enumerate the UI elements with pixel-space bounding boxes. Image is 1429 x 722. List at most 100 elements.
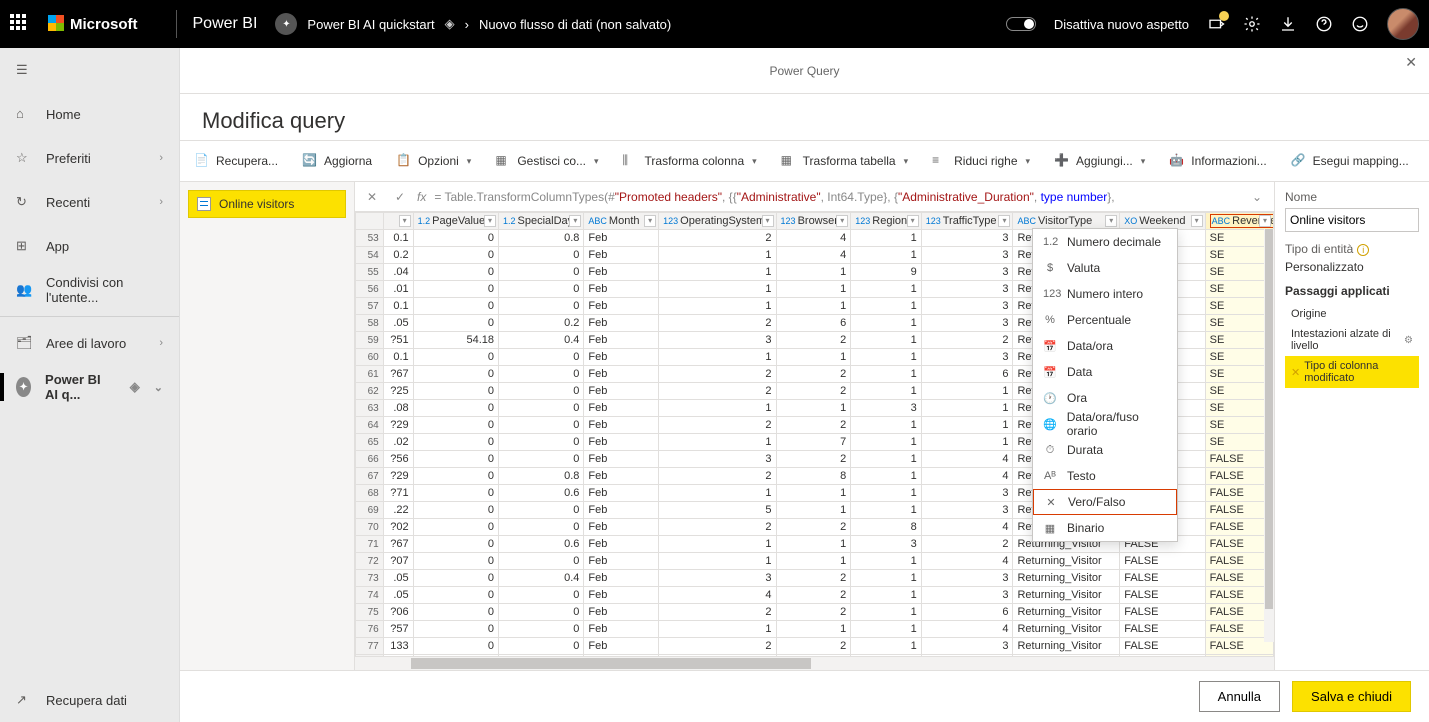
download-icon[interactable] bbox=[1279, 15, 1297, 33]
fx-icon: fx bbox=[417, 190, 426, 204]
tb-aggiungi[interactable]: ➕Aggiungi...▾ bbox=[1048, 149, 1151, 173]
microsoft-logo: Microsoft bbox=[48, 15, 138, 33]
col-header-browser[interactable]: 123Browser▾ bbox=[776, 213, 851, 230]
tb-riduci[interactable]: ≡Riduci righe▾ bbox=[926, 149, 1036, 173]
nav-recent[interactable]: ↻Recenti› bbox=[0, 180, 179, 224]
close-icon[interactable]: ✕ bbox=[1405, 54, 1417, 71]
nav-toggle[interactable]: ☰ bbox=[0, 48, 179, 92]
type-option-10[interactable]: ✕Vero/Falso bbox=[1033, 489, 1177, 515]
nav-recover-label: Recupera dati bbox=[46, 693, 127, 708]
table-row[interactable]: 76 ?57 0 0 Feb 1 1 1 4 Returning_Visitor… bbox=[356, 621, 1274, 638]
type-option-7[interactable]: 🌐Data/ora/fuso orario bbox=[1033, 411, 1177, 437]
properties-pane: Nome Tipo di entitài Personalizzato Pass… bbox=[1274, 182, 1429, 670]
help-icon[interactable] bbox=[1315, 15, 1333, 33]
applied-step[interactable]: ✕ Tipo di colonna modificato bbox=[1285, 356, 1419, 388]
col-header-weekend[interactable]: XOWeekend▾ bbox=[1120, 213, 1205, 230]
pq-header: Power Query ✕ bbox=[180, 48, 1429, 94]
table-row[interactable]: 74 .05 0 0 Feb 4 2 1 3 Returning_Visitor… bbox=[356, 587, 1274, 604]
queries-pane: Online visitors bbox=[180, 182, 355, 670]
nav-current-workspace[interactable]: ✦Power BI AI q...◈⌄ bbox=[0, 365, 179, 409]
notifications-icon[interactable] bbox=[1207, 15, 1225, 33]
type-option-1[interactable]: $Valuta bbox=[1033, 255, 1177, 281]
col-header-traffictype[interactable]: 123TrafficType▾ bbox=[921, 213, 1013, 230]
prop-entity-label: Tipo di entitài bbox=[1285, 242, 1419, 256]
col-header-operatingsystems[interactable]: 123OperatingSystems▾ bbox=[659, 213, 776, 230]
type-option-3[interactable]: %Percentuale bbox=[1033, 307, 1177, 333]
chevron-right-icon: › bbox=[159, 152, 163, 164]
type-option-8[interactable]: ⏱Durata bbox=[1033, 437, 1177, 463]
nav-fav-label: Preferiti bbox=[46, 151, 91, 166]
col-header-region[interactable]: 123Region▾ bbox=[851, 213, 921, 230]
type-option-2[interactable]: 123Numero intero bbox=[1033, 281, 1177, 307]
vertical-scrollbar[interactable] bbox=[1264, 229, 1274, 642]
type-option-6[interactable]: 🕐Ora bbox=[1033, 385, 1177, 411]
nav-shared[interactable]: 👥Condivisi con l'utente... bbox=[0, 268, 179, 312]
nav-home[interactable]: ⌂Home bbox=[0, 92, 179, 136]
type-option-11[interactable]: ▦Binario bbox=[1033, 515, 1177, 541]
appearance-toggle[interactable] bbox=[1006, 17, 1036, 31]
chevron-right-icon: › bbox=[159, 337, 163, 349]
tb-aggiorna[interactable]: 🔄Aggiorna bbox=[296, 149, 378, 173]
col-header-month[interactable]: ABCMonth▾ bbox=[584, 213, 659, 230]
tb-gestisci[interactable]: ▦Gestisci co...▾ bbox=[489, 149, 604, 173]
nav-app-label: App bbox=[46, 239, 69, 254]
tb-opzioni[interactable]: 📋Opzioni▾ bbox=[390, 149, 477, 173]
col-header-revenue[interactable]: ABCRevenue▾ bbox=[1205, 213, 1273, 230]
nav-ws-label: Aree di lavoro bbox=[46, 336, 126, 351]
tb-recupera[interactable]: 📄Recupera... bbox=[188, 149, 284, 173]
footer: Annulla Salva e chiudi bbox=[180, 670, 1429, 722]
type-option-5[interactable]: 📅Data bbox=[1033, 359, 1177, 385]
query-item[interactable]: Online visitors bbox=[188, 190, 346, 218]
table-row[interactable]: 75 ?06 0 0 Feb 2 2 1 6 Returning_Visitor… bbox=[356, 604, 1274, 621]
app-launcher-icon[interactable] bbox=[10, 14, 30, 34]
nav-home-label: Home bbox=[46, 107, 81, 122]
feedback-smile-icon[interactable] bbox=[1351, 15, 1369, 33]
prop-name-input[interactable] bbox=[1285, 208, 1419, 232]
step-settings-icon[interactable]: ⚙ bbox=[1404, 335, 1413, 346]
tb-mapping[interactable]: 🔗Esegui mapping... bbox=[1285, 149, 1415, 173]
breadcrumb-workspace[interactable]: Power BI AI quickstart bbox=[307, 17, 434, 32]
formula-input[interactable]: = Table.TransformColumnTypes(#"Promoted … bbox=[432, 188, 1240, 206]
fx-cancel-icon[interactable]: ✕ bbox=[361, 186, 383, 208]
prop-name-label: Nome bbox=[1285, 190, 1419, 204]
horizontal-scrollbar[interactable] bbox=[355, 656, 1274, 670]
breadcrumb-current: Nuovo flusso di dati (non salvato) bbox=[479, 17, 671, 32]
info-icon[interactable]: i bbox=[1357, 244, 1369, 256]
col-header-visitortype[interactable]: ABCVisitorType▾ bbox=[1013, 213, 1120, 230]
chevron-right-icon: › bbox=[159, 196, 163, 208]
page-title: Modifica query bbox=[180, 94, 1429, 140]
cancel-button[interactable]: Annulla bbox=[1199, 681, 1280, 712]
user-avatar[interactable] bbox=[1387, 8, 1419, 40]
data-grid[interactable]: ▾1.2PageValues▾1.2SpecialDay▾ABCMonth▾12… bbox=[355, 212, 1274, 656]
nav-get-data[interactable]: ↗Recupera dati bbox=[0, 678, 179, 722]
col-header-pagevalues[interactable]: 1.2PageValues▾ bbox=[413, 213, 498, 230]
grid-area: ✕ ✓ fx = Table.TransformColumnTypes(#"Pr… bbox=[355, 182, 1274, 670]
column-type-menu: 1.2Numero decimale$Valuta123Numero inter… bbox=[1032, 228, 1178, 542]
tb-trasftab[interactable]: ▦Trasforma tabella▾ bbox=[775, 149, 914, 173]
table-row[interactable]: 73 .05 0 0.4 Feb 3 2 1 3 Returning_Visit… bbox=[356, 570, 1274, 587]
type-option-4[interactable]: 📅Data/ora bbox=[1033, 333, 1177, 359]
nav-recent-label: Recenti bbox=[46, 195, 90, 210]
tb-info[interactable]: 🤖Informazioni... bbox=[1163, 149, 1272, 173]
type-option-0[interactable]: 1.2Numero decimale bbox=[1033, 229, 1177, 255]
table-row[interactable]: 77 133 0 0 Feb 2 2 1 3 Returning_Visitor… bbox=[356, 638, 1274, 655]
fx-expand-icon[interactable]: ⌄ bbox=[1246, 186, 1268, 208]
tb-trasfcol[interactable]: ⫼Trasforma colonna▾ bbox=[617, 149, 763, 173]
col-header-specialday[interactable]: 1.2SpecialDay▾ bbox=[499, 213, 584, 230]
type-option-9[interactable]: AᴮTesto bbox=[1033, 463, 1177, 489]
save-close-button[interactable]: Salva e chiudi bbox=[1292, 681, 1411, 712]
appearance-toggle-label: Disattiva nuovo aspetto bbox=[1054, 17, 1189, 32]
applied-step[interactable]: Intestazioni alzate di livello⚙ bbox=[1285, 324, 1419, 356]
nav-workspaces[interactable]: 🗂Aree di lavoro› bbox=[0, 321, 179, 365]
nav-shared-label: Condivisi con l'utente... bbox=[46, 275, 163, 305]
nav-apps[interactable]: ⊞App bbox=[0, 224, 179, 268]
fx-commit-icon[interactable]: ✓ bbox=[389, 186, 411, 208]
product-name: Power BI bbox=[193, 15, 258, 33]
chevron-down-icon: ⌄ bbox=[154, 381, 163, 394]
formula-bar: ✕ ✓ fx = Table.TransformColumnTypes(#"Pr… bbox=[355, 182, 1274, 212]
nav-favorites[interactable]: ☆Preferiti› bbox=[0, 136, 179, 180]
settings-gear-icon[interactable] bbox=[1243, 15, 1261, 33]
applied-step[interactable]: Origine bbox=[1285, 304, 1419, 324]
table-row[interactable]: 72 ?07 0 0 Feb 1 1 1 4 Returning_Visitor… bbox=[356, 553, 1274, 570]
nav-wscurrent-label: Power BI AI q... bbox=[45, 372, 116, 402]
